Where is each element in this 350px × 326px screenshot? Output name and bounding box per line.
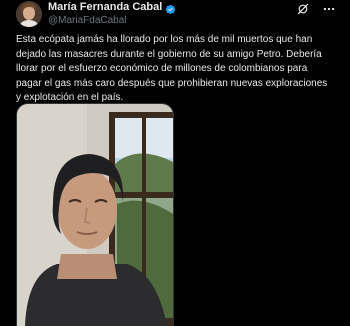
tweet-header: María Fernanda Cabal @MariaFdaCabal: [16, 0, 336, 28]
author-display-name[interactable]: María Fernanda Cabal: [48, 1, 162, 14]
tweet-text: Esta ecópata jamás ha llorado por los má…: [16, 34, 328, 104]
grok-icon[interactable]: [296, 2, 310, 16]
more-options-icon[interactable]: [322, 2, 336, 16]
tweet-card[interactable]: María Fernanda Cabal @MariaFdaCabal Esta…: [0, 0, 350, 326]
header-actions: [296, 2, 336, 16]
author-handle[interactable]: @MariaFdaCabal: [48, 14, 176, 28]
verified-badge-icon: [165, 2, 176, 14]
author-avatar[interactable]: [16, 1, 42, 27]
tweet-video[interactable]: [16, 103, 174, 326]
author-names: María Fernanda Cabal @MariaFdaCabal: [48, 1, 176, 28]
